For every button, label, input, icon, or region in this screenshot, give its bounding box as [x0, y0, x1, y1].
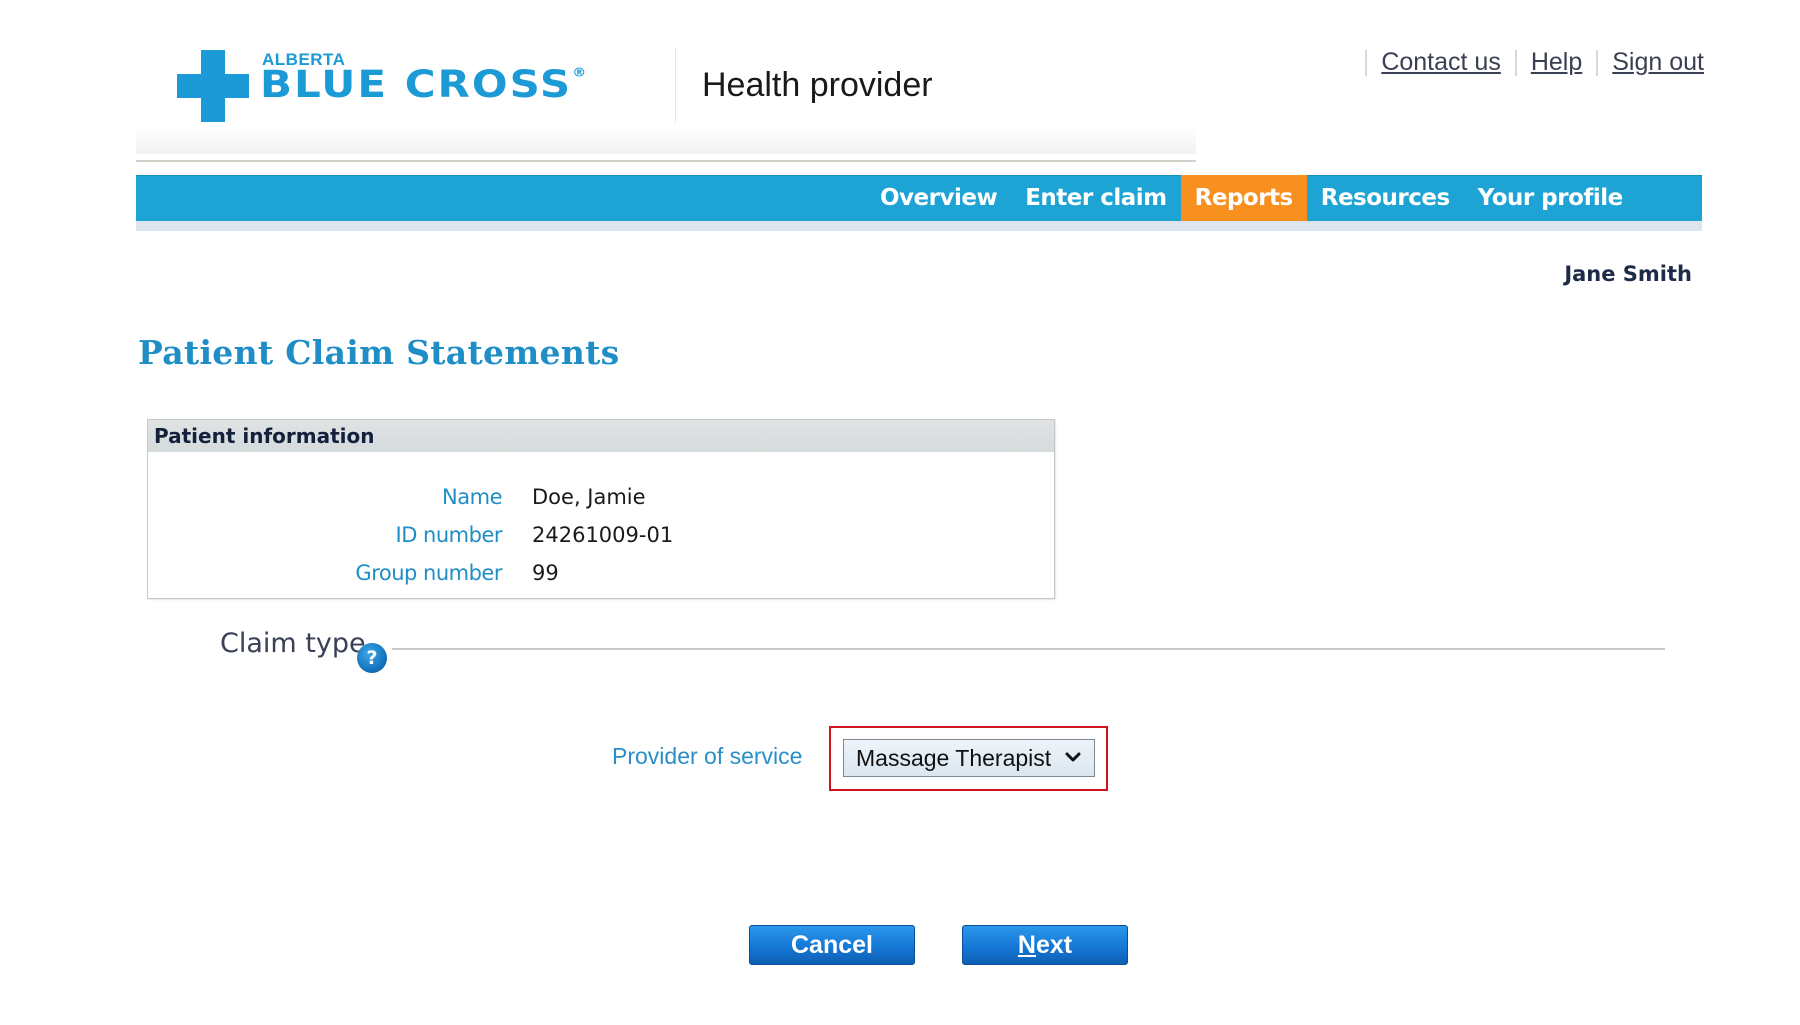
link-separator [1596, 49, 1599, 76]
claim-type-divider [392, 648, 1665, 650]
next-mnemonic: N [1017, 930, 1036, 959]
chevron-down-icon [1065, 752, 1081, 762]
main-nav: Overview Enter claim Reports Resources Y… [866, 175, 1637, 221]
patient-group-row: Group number 99 [148, 554, 1054, 592]
registered-mark: ® [572, 65, 589, 80]
utility-links: Contact us Help Sign out [1351, 48, 1704, 77]
link-separator [1514, 49, 1517, 76]
provider-of-service-label: Provider of service [612, 743, 803, 769]
nav-underline-strip [136, 221, 1702, 231]
claim-type-heading: Claim type [220, 628, 366, 659]
help-link[interactable]: Help [1531, 48, 1582, 77]
logged-in-user-name: Jane Smith [1564, 262, 1692, 286]
patient-group-value: 99 [532, 561, 559, 585]
app-title: Health provider [702, 66, 933, 104]
cross-icon [177, 50, 249, 122]
page-title: Patient Claim Statements [138, 333, 620, 372]
nav-reports[interactable]: Reports [1180, 175, 1307, 221]
field-label: Group number [355, 561, 502, 585]
sign-out-link[interactable]: Sign out [1612, 48, 1704, 77]
patient-name-row: Name Doe, Jamie [148, 478, 1054, 516]
provider-of-service-select[interactable]: Massage Therapist [843, 739, 1095, 777]
contact-us-link[interactable]: Contact us [1381, 48, 1501, 77]
patient-information-heading: Patient information [154, 424, 375, 448]
nav-resources[interactable]: Resources [1307, 175, 1464, 221]
header-separator [675, 48, 676, 123]
link-separator [1365, 49, 1368, 76]
nav-enter-claim[interactable]: Enter claim [1011, 175, 1180, 221]
patient-id-value: 24261009-01 [532, 523, 674, 547]
logo-brand-name: BLUE CROSS [260, 62, 573, 107]
field-label: ID number [395, 523, 503, 547]
help-question-icon[interactable]: ? [357, 643, 387, 673]
patient-id-row: ID number 24261009-01 [148, 516, 1054, 554]
next-label-rest: ext [1035, 930, 1073, 959]
provider-selected-value: Massage Therapist [856, 744, 1052, 771]
next-button[interactable]: Next [962, 925, 1128, 965]
nav-your-profile[interactable]: Your profile [1464, 175, 1637, 221]
patient-name-value: Doe, Jamie [532, 485, 646, 509]
patient-information-panel: Patient information Name Doe, Jamie ID n… [147, 419, 1055, 599]
header-divider [136, 160, 1196, 162]
patient-details: Name Doe, Jamie ID number 24261009-01 Gr… [148, 478, 1054, 592]
logo-bluecross-text: BLUE CROSS® [260, 62, 588, 106]
field-label: Name [442, 485, 502, 509]
nav-overview[interactable]: Overview [866, 175, 1011, 221]
cancel-button[interactable]: Cancel [749, 925, 915, 965]
patient-information-header: Patient information [148, 420, 1054, 452]
